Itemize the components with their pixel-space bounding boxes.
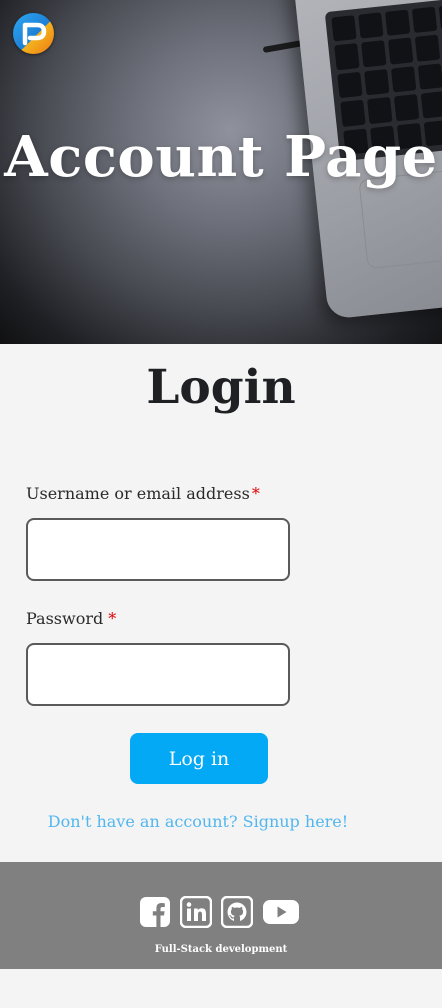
linkedin-icon[interactable]	[179, 895, 213, 929]
signup-link[interactable]: Don't have an account? Signup here!	[0, 812, 396, 831]
username-input[interactable]	[26, 518, 290, 581]
username-label: Username or email address *	[26, 484, 260, 503]
password-input[interactable]	[26, 643, 290, 706]
youtube-icon[interactable]	[262, 896, 300, 928]
required-marker: *	[108, 609, 117, 628]
password-label: Password *	[26, 609, 116, 628]
required-marker: *	[251, 484, 260, 503]
login-button[interactable]: Log in	[130, 733, 268, 784]
facebook-icon[interactable]	[139, 896, 171, 928]
username-label-text: Username or email address	[26, 484, 250, 503]
github-icon[interactable]	[220, 895, 254, 929]
footer-text: Full-Stack development	[154, 944, 288, 955]
footer: Full-Stack development	[0, 862, 442, 969]
brand-logo-icon[interactable]	[13, 13, 54, 54]
login-heading: Login	[146, 360, 296, 415]
hero-title: Account Page	[4, 124, 438, 190]
social-links	[139, 895, 300, 929]
hero-banner: Account Page	[0, 0, 442, 344]
password-label-text: Password	[26, 609, 104, 628]
